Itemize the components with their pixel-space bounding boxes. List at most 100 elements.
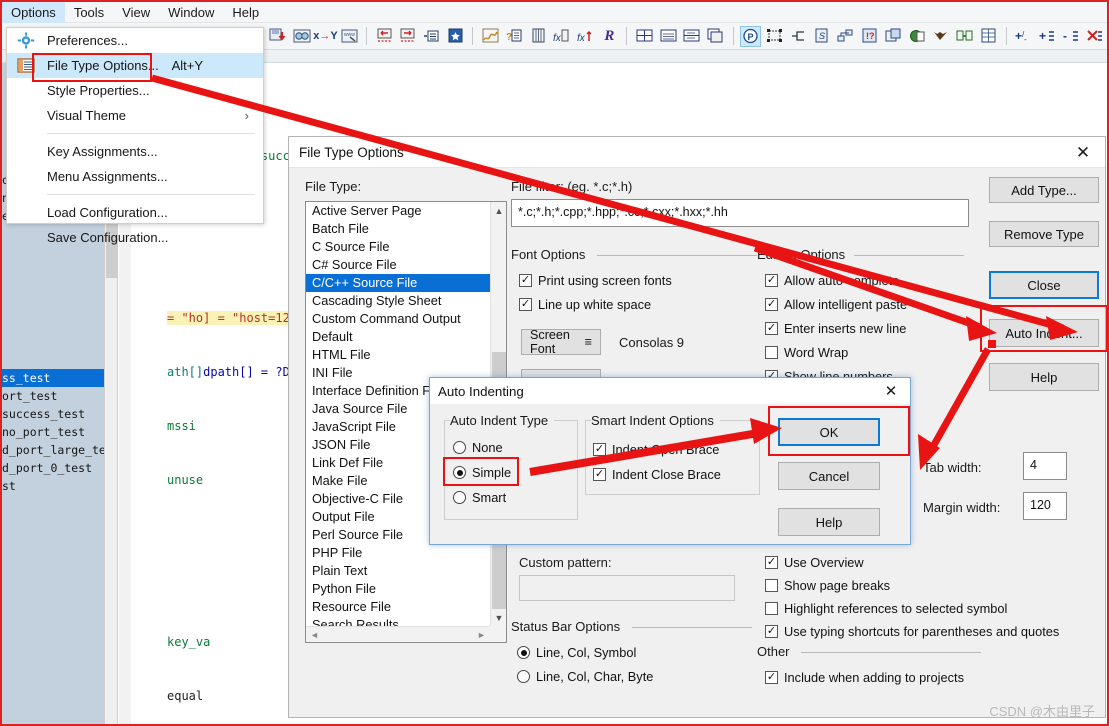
sidebar-item-6[interactable]: no_port_test [2,423,104,441]
list-item[interactable]: Python File [306,580,490,598]
scroll-up-icon[interactable]: ▲ [491,202,506,219]
sidebar-item-5[interactable]: success_test [2,405,104,423]
close-icon[interactable]: ✕ [1061,137,1105,168]
file-type-list-hscrollbar[interactable]: ◄ ► [306,626,490,642]
window-list-icon[interactable] [882,26,904,47]
list-item[interactable]: Cascading Style Sheet [306,292,490,310]
radio-line-col-symbol[interactable]: Line, Col, Symbol [517,645,636,660]
menu-options[interactable]: Options [2,1,65,23]
book-icon[interactable] [527,26,549,47]
bookmark-icon[interactable] [445,26,467,47]
checkbox-print-using-screen-fonts[interactable]: ✓ Print using screen fonts [519,273,672,288]
checkbox-allow-auto-complete[interactable]: ✓ Allow auto-complete [765,273,899,288]
bird-icon[interactable] [930,26,952,47]
radio-simple[interactable]: Simple [453,465,511,480]
margin-width-input[interactable]: 120 [1023,492,1067,520]
add-list-icon[interactable]: + [1036,26,1058,47]
list-item[interactable]: C# Source File [306,256,490,274]
symbol-doc-icon[interactable]: S [811,26,833,47]
list-item[interactable]: Active Server Page [306,202,490,220]
remove-type-button[interactable]: Remove Type [989,221,1099,247]
sidebar-item-4[interactable]: ort_test [2,387,104,405]
menu-item-load-configuration[interactable]: Load Configuration... [7,200,263,225]
checkbox-line-up-white-space[interactable]: ✓ Line up white space [519,297,651,312]
list-item-selected[interactable]: C/C++ Source File [306,274,490,292]
scroll-right-icon[interactable]: ► [473,627,490,642]
outdent-icon[interactable] [787,26,809,47]
help-question-icon[interactable]: ? [503,26,525,47]
delete-list-icon[interactable] [1084,26,1106,47]
shrink-right-icon[interactable] [397,26,419,47]
checkbox-enter-inserts-new-line[interactable]: ✓ Enter inserts new line [765,321,906,336]
list-item[interactable]: Search Results [306,616,490,626]
menu-item-style-properties[interactable]: Style Properties... [7,78,263,103]
list-item[interactable]: Custom Command Output [306,310,490,328]
branch-icon[interactable] [835,26,857,47]
function-icon[interactable]: fx [551,26,573,47]
screen-font-button[interactable]: Screen Font ≡ [521,328,601,356]
list-item[interactable]: HTML File [306,346,490,364]
menu-item-save-configuration[interactable]: Save Configuration... [7,225,263,250]
menu-view[interactable]: View [113,2,159,23]
ok-button[interactable]: OK [778,418,880,446]
browse-icon[interactable] [291,26,313,47]
sidebar-item-3-selected[interactable]: ss_test [2,369,104,387]
close-icon[interactable]: ✕ [872,378,910,404]
cascade-windows-icon[interactable] [705,26,727,47]
checkbox-include-when-adding-to-projects[interactable]: ✓ Include when adding to projects [765,670,964,685]
scroll-left-icon[interactable]: ◄ [306,627,323,642]
checkbox-use-typing-shortcuts[interactable]: ✓ Use typing shortcuts for parentheses a… [765,624,1059,639]
tile-windows-icon[interactable] [633,26,655,47]
menu-window[interactable]: Window [159,2,223,23]
checkbox-allow-intelligent-paste[interactable]: ✓ Allow intelligent paste [765,297,907,312]
globe-doc-icon[interactable] [906,26,928,47]
auto-indenting-dialog[interactable]: Auto Indenting ✕ Auto Indent Type None S… [429,377,911,545]
list-item[interactable]: Batch File [306,220,490,238]
menu-item-file-type-options[interactable]: File Type Options... Alt+Y [7,53,263,78]
file-filter-input[interactable]: *.c;*.h;*.cpp;*.hpp;*.cc;*.cxx;*.hxx;*.h… [511,199,969,227]
shrink-left-icon[interactable] [373,26,395,47]
add-remove-icon[interactable]: + / - [1013,26,1035,47]
menu-item-key-assignments[interactable]: Key Assignments... [7,139,263,164]
radio-smart[interactable]: Smart [453,490,506,505]
list-item[interactable]: Plain Text [306,562,490,580]
project-icon[interactable]: P [739,25,762,47]
list-item[interactable]: Default [306,328,490,346]
menu-item-preferences[interactable]: Preferences... [7,28,263,53]
checkbox-indent-open-brace[interactable]: ✓ Indent Open Brace [593,442,719,457]
list-item[interactable]: C Source File [306,238,490,256]
auto-indent-button[interactable]: Auto Indent... [989,319,1099,347]
scroll-down-icon[interactable]: ▼ [491,609,506,626]
compare-icon[interactable] [954,26,976,47]
tab-width-input[interactable]: 4 [1023,452,1067,480]
save-icon[interactable] [267,26,289,47]
checkbox-use-overview[interactable]: ✓ Use Overview [765,555,864,570]
menu-tools[interactable]: Tools [65,2,113,23]
function-up-icon[interactable]: fx [575,26,597,47]
cancel-button[interactable]: Cancel [778,462,880,490]
single-window-icon[interactable] [657,26,679,47]
menu-help[interactable]: Help [223,2,268,23]
help-button[interactable]: Help [989,363,1099,391]
select-region-icon[interactable] [763,26,785,47]
remove-list-icon[interactable]: - [1060,26,1082,47]
info-icon[interactable]: !? [859,26,881,47]
table-doc-icon[interactable] [978,26,1000,47]
list-item[interactable]: PHP File [306,544,490,562]
menu-item-visual-theme[interactable]: Visual Theme › [7,103,263,128]
list-item[interactable]: Resource File [306,598,490,616]
sidebar-item-7[interactable]: d_port_large_tes [2,441,104,459]
sidebar-item-8[interactable]: d_port_0_test [2,459,104,477]
menu-item-menu-assignments[interactable]: Menu Assignments... [7,164,263,189]
web-icon[interactable]: www [338,26,360,47]
radio-line-col-char-byte[interactable]: Line, Col, Char, Byte [517,669,653,684]
auto-indent-help-button[interactable]: Help [778,508,880,536]
chart-icon[interactable] [479,26,501,47]
indent-list-icon[interactable] [421,26,443,47]
options-dropdown-menu[interactable]: Preferences... File Type Options... Alt+… [6,27,264,245]
custom-pattern-input[interactable] [519,575,735,601]
split-window-icon[interactable] [681,26,703,47]
xy-icon[interactable]: x→Y [313,26,337,47]
checkbox-show-page-breaks[interactable]: Show page breaks [765,578,890,593]
add-type-button[interactable]: Add Type... [989,177,1099,203]
